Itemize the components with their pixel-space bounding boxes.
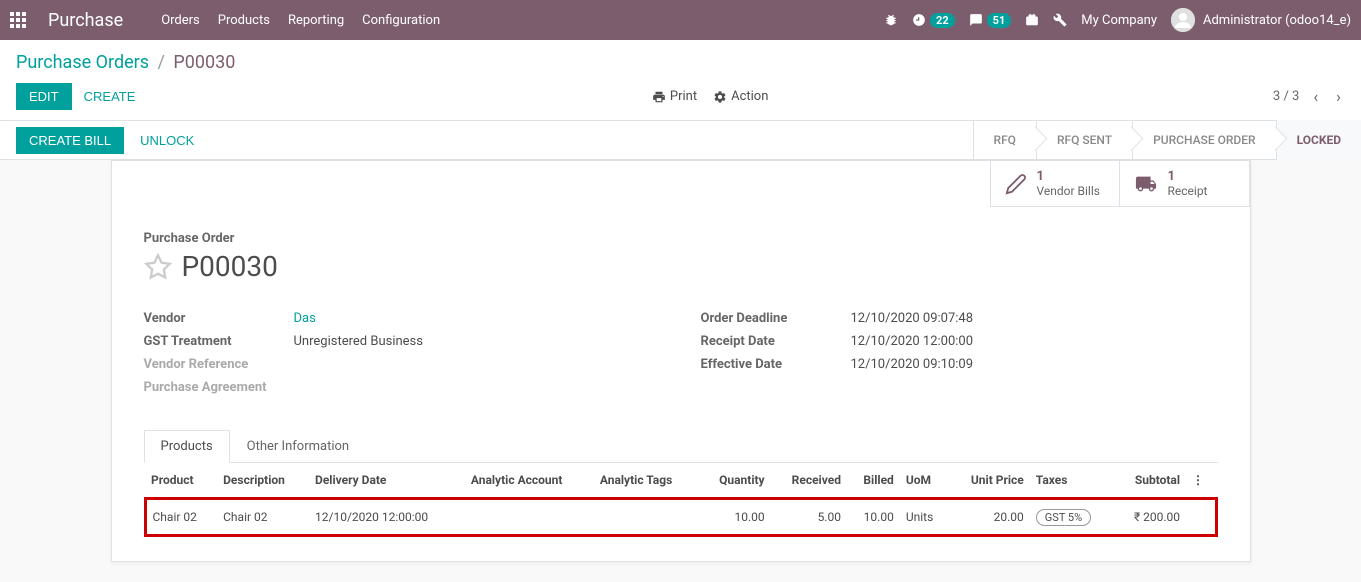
gst-treatment-label: GST Treatment	[144, 334, 294, 349]
receipt-count: 1	[1168, 169, 1208, 184]
pencil-icon	[1005, 173, 1027, 195]
cell-received: 5.00	[771, 499, 847, 536]
receipt-stat[interactable]: 1 Receipt	[1120, 161, 1250, 207]
print-label: Print	[670, 89, 697, 104]
print-icon	[652, 90, 666, 104]
vendor-bills-stat[interactable]: 1 Vendor Bills	[990, 161, 1120, 207]
effective-date-label: Effective Date	[701, 357, 851, 372]
cell-billed: 10.00	[847, 499, 900, 536]
cell-uom: Units	[900, 499, 949, 536]
status-rfq-sent[interactable]: RFQ SENT	[1036, 120, 1132, 160]
receipt-label: Receipt	[1168, 184, 1208, 198]
status-purchase-order[interactable]: PURCHASE ORDER	[1132, 120, 1276, 160]
order-deadline-label: Order Deadline	[701, 311, 851, 326]
nav-configuration[interactable]: Configuration	[362, 13, 440, 28]
user-menu[interactable]: Administrator (odoo14_e)	[1171, 8, 1351, 32]
gear-icon	[713, 90, 727, 104]
col-delivery-date: Delivery Date	[309, 463, 465, 499]
form-sheet: 1 Vendor Bills 1 Receipt Purchase Order	[111, 160, 1251, 562]
cell-taxes: GST 5%	[1030, 499, 1114, 536]
order-name: P00030	[182, 250, 278, 283]
edit-button[interactable]: EDIT	[16, 83, 72, 110]
breadcrumb-current: P00030	[173, 52, 235, 73]
vendor-label: Vendor	[144, 311, 294, 326]
chat-icon[interactable]: 51	[969, 13, 1012, 28]
col-uom: UoM	[900, 463, 949, 499]
vendor-bills-label: Vendor Bills	[1037, 184, 1100, 198]
tools-icon[interactable]	[1053, 13, 1067, 27]
avatar-icon	[1171, 8, 1195, 32]
col-received: Received	[771, 463, 847, 499]
col-subtotal: Subtotal	[1114, 463, 1186, 499]
cell-quantity: 10.00	[699, 499, 771, 536]
cell-unit-price: 20.00	[949, 499, 1030, 536]
main-navbar: Purchase Orders Products Reporting Confi…	[0, 0, 1361, 40]
col-analytic-account: Analytic Account	[465, 463, 594, 499]
pager-text: 3 / 3	[1273, 89, 1299, 104]
user-name: Administrator (odoo14_e)	[1203, 13, 1351, 28]
receipt-date-value: 12/10/2020 12:00:00	[851, 334, 974, 349]
receipt-date-label: Receipt Date	[701, 334, 851, 349]
col-analytic-tags: Analytic Tags	[594, 463, 699, 499]
col-product: Product	[145, 463, 217, 499]
nav-products[interactable]: Products	[218, 13, 270, 28]
chat-badge: 51	[987, 13, 1012, 28]
col-quantity: Quantity	[699, 463, 771, 499]
truck-icon	[1134, 173, 1158, 195]
clock-badge: 22	[930, 13, 955, 28]
cell-delivery-date: 12/10/2020 12:00:00	[309, 499, 465, 536]
breadcrumb-parent[interactable]: Purchase Orders	[16, 52, 149, 73]
form-title-label: Purchase Order	[144, 231, 1218, 246]
purchase-agreement-label: Purchase Agreement	[144, 380, 294, 395]
cell-product: Chair 02	[145, 499, 217, 536]
app-title[interactable]: Purchase	[48, 10, 123, 31]
vendor-bills-count: 1	[1037, 169, 1100, 184]
tab-other-info[interactable]: Other Information	[230, 430, 366, 463]
col-description: Description	[217, 463, 309, 499]
col-taxes: Taxes	[1030, 463, 1114, 499]
tax-badge: GST 5%	[1036, 509, 1091, 526]
pager-next[interactable]: ›	[1332, 83, 1345, 110]
vendor-reference-label: Vendor Reference	[144, 357, 294, 372]
gst-treatment-value: Unregistered Business	[294, 334, 423, 349]
nav-reporting[interactable]: Reporting	[288, 13, 344, 28]
cell-analytic-account	[465, 499, 594, 536]
company-selector[interactable]: My Company	[1081, 13, 1157, 28]
status-locked[interactable]: LOCKED	[1276, 120, 1361, 160]
pager-prev[interactable]: ‹	[1309, 83, 1322, 110]
breadcrumb: Purchase Orders / P00030	[16, 52, 1345, 73]
create-bill-button[interactable]: CREATE BILL	[16, 127, 124, 154]
unlock-button[interactable]: UNLOCK	[128, 127, 206, 154]
order-deadline-value: 12/10/2020 09:07:48	[851, 311, 974, 326]
col-unit-price: Unit Price	[949, 463, 1030, 499]
apps-icon[interactable]	[10, 12, 26, 28]
control-bar: Purchase Orders / P00030 EDIT CREATE Pri…	[0, 40, 1361, 120]
status-rfq[interactable]: RFQ	[973, 120, 1036, 160]
tab-products[interactable]: Products	[144, 430, 230, 463]
nav-orders[interactable]: Orders	[161, 13, 200, 28]
action-button[interactable]: Action	[713, 89, 768, 104]
order-lines-table: Product Description Delivery Date Analyt…	[144, 463, 1218, 537]
gift-icon[interactable]	[1025, 13, 1039, 27]
table-row[interactable]: Chair 02 Chair 02 12/10/2020 12:00:00 10…	[145, 499, 1216, 536]
action-label: Action	[731, 89, 768, 104]
col-options[interactable]: ⋮	[1186, 463, 1216, 499]
cell-subtotal: ₹ 200.00	[1114, 499, 1186, 536]
cell-description: Chair 02	[217, 499, 309, 536]
status-bar: CREATE BILL UNLOCK RFQ RFQ SENT PURCHASE…	[0, 120, 1361, 160]
cell-analytic-tags	[594, 499, 699, 536]
star-icon[interactable]	[144, 253, 172, 281]
bug-icon[interactable]	[884, 13, 898, 27]
create-button[interactable]: CREATE	[72, 84, 148, 109]
print-button[interactable]: Print	[652, 89, 697, 104]
effective-date-value: 12/10/2020 09:10:09	[851, 357, 974, 372]
vendor-value[interactable]: Das	[294, 311, 316, 326]
col-billed: Billed	[847, 463, 900, 499]
pager: 3 / 3 ‹ ›	[1273, 83, 1345, 110]
clock-icon[interactable]: 22	[912, 13, 955, 28]
